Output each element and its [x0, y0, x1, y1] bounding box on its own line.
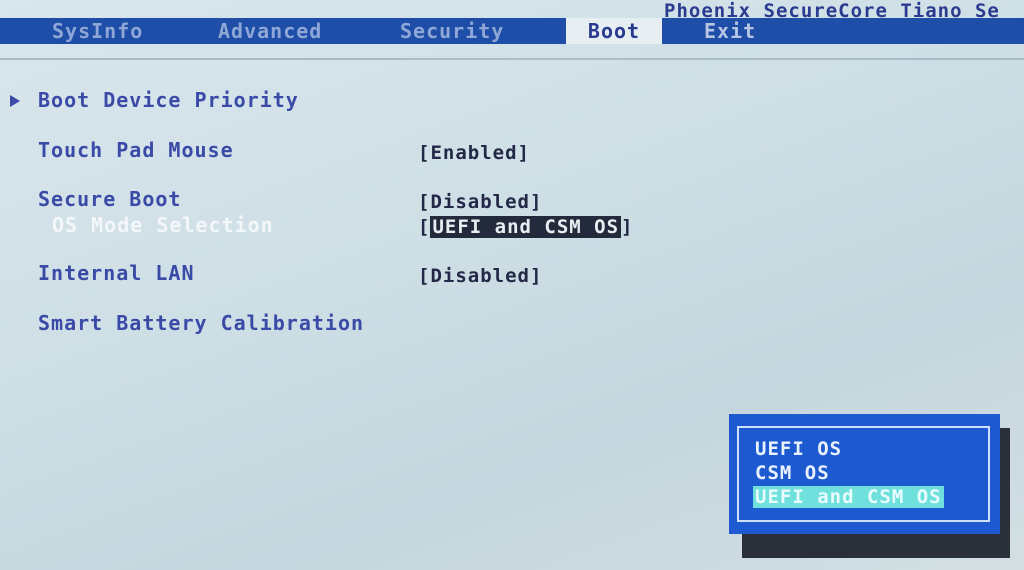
bracket-open: [ — [418, 216, 431, 238]
os-mode-popup: UEFI OS CSM OS UEFI and CSM OS — [729, 414, 1000, 534]
tab-exit[interactable]: Exit — [704, 18, 756, 44]
boot-device-priority-item[interactable]: Boot Device Priority — [38, 88, 299, 112]
option-uefi-os[interactable]: UEFI OS — [755, 438, 842, 460]
option-uefi-and-csm-os[interactable]: UEFI and CSM OS — [753, 486, 944, 508]
touch-pad-mouse-label: Touch Pad Mouse — [38, 138, 234, 162]
touch-pad-mouse-value[interactable]: [Enabled] — [418, 142, 530, 164]
os-mode-selection-value[interactable]: [UEFI and CSM OS] — [418, 216, 634, 238]
os-mode-selected-text: UEFI and CSM OS — [430, 216, 622, 238]
secure-boot-value[interactable]: [Disabled] — [418, 191, 542, 213]
option-csm-os[interactable]: CSM OS — [755, 462, 830, 484]
header-divider — [0, 58, 1024, 60]
internal-lan-value[interactable]: [Disabled] — [418, 265, 542, 287]
submenu-arrow-icon — [10, 95, 20, 107]
smart-battery-calibration-item[interactable]: Smart Battery Calibration — [38, 311, 364, 335]
tab-advanced[interactable]: Advanced — [218, 18, 322, 44]
internal-lan-label: Internal LAN — [38, 261, 195, 285]
secure-boot-label: Secure Boot — [38, 187, 182, 211]
tab-bar — [0, 18, 1024, 44]
tab-sysinfo[interactable]: SysInfo — [52, 18, 143, 44]
vendor-title: Phoenix SecureCore Tiano Se — [664, 0, 1000, 20]
tab-security[interactable]: Security — [400, 18, 504, 44]
tab-boot[interactable]: Boot — [566, 18, 662, 44]
bracket-close: ] — [621, 216, 634, 238]
os-mode-selection-label: OS Mode Selection — [52, 213, 274, 237]
